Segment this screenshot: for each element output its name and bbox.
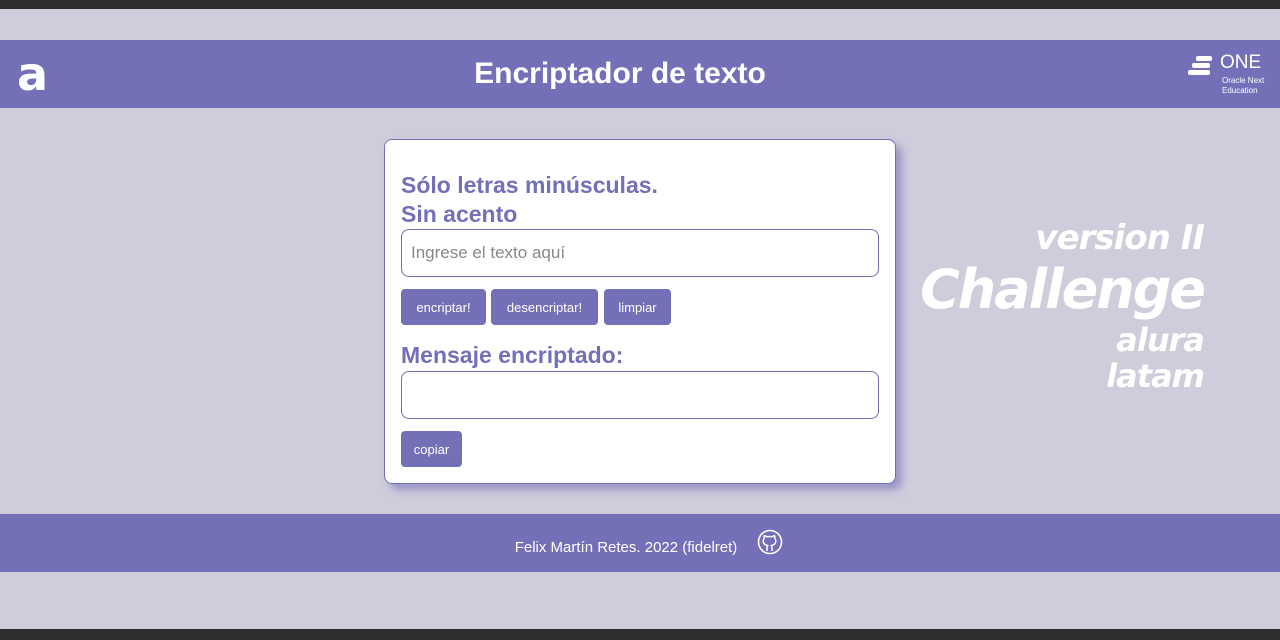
encrypt-card: Sólo letras minúsculas. Sin acento encri… xyxy=(384,139,896,484)
top-edge-bar xyxy=(0,0,1280,9)
alura-label: alura xyxy=(1116,321,1205,359)
instructions-line2: Sin acento xyxy=(401,201,518,227)
one-logo-icon xyxy=(1188,56,1214,80)
challenge-branding: version II Challenge alura latam xyxy=(920,218,1206,395)
footer: Felix Martín Retes. 2022 (fidelret) xyxy=(0,514,1280,572)
one-logo-subtitle: Oracle Next Education xyxy=(1222,76,1264,96)
app-header: a Encriptador de texto ONE Oracle Next E… xyxy=(0,40,1280,108)
decrypt-button[interactable]: desencriptar! xyxy=(491,289,598,325)
one-logo-sub-line2: Education xyxy=(1222,86,1258,95)
text-input[interactable] xyxy=(401,229,879,277)
challenge-label: Challenge xyxy=(920,258,1206,321)
page-title: Encriptador de texto xyxy=(474,57,766,90)
encrypt-button[interactable]: encriptar! xyxy=(401,289,486,325)
output-field[interactable] xyxy=(401,371,879,419)
one-logo-word: ONE xyxy=(1220,52,1262,73)
output-heading: Mensaje encriptado: xyxy=(401,342,624,368)
copy-button[interactable]: copiar xyxy=(401,431,462,467)
bottom-edge-bar xyxy=(0,629,1280,640)
clear-button[interactable]: limpiar xyxy=(604,289,671,325)
one-logo-sub-line1: Oracle Next xyxy=(1222,76,1265,85)
footer-credit: Felix Martín Retes. 2022 (fidelret) xyxy=(514,539,738,556)
instructions: Sólo letras minúsculas. Sin acento xyxy=(401,171,658,229)
one-logo: ONE Oracle Next Education xyxy=(1188,52,1268,96)
instructions-line1: Sólo letras minúsculas. xyxy=(401,172,658,198)
latam-label: latam xyxy=(1106,357,1205,395)
github-icon[interactable] xyxy=(757,529,783,555)
version-label: version II xyxy=(1035,218,1205,258)
